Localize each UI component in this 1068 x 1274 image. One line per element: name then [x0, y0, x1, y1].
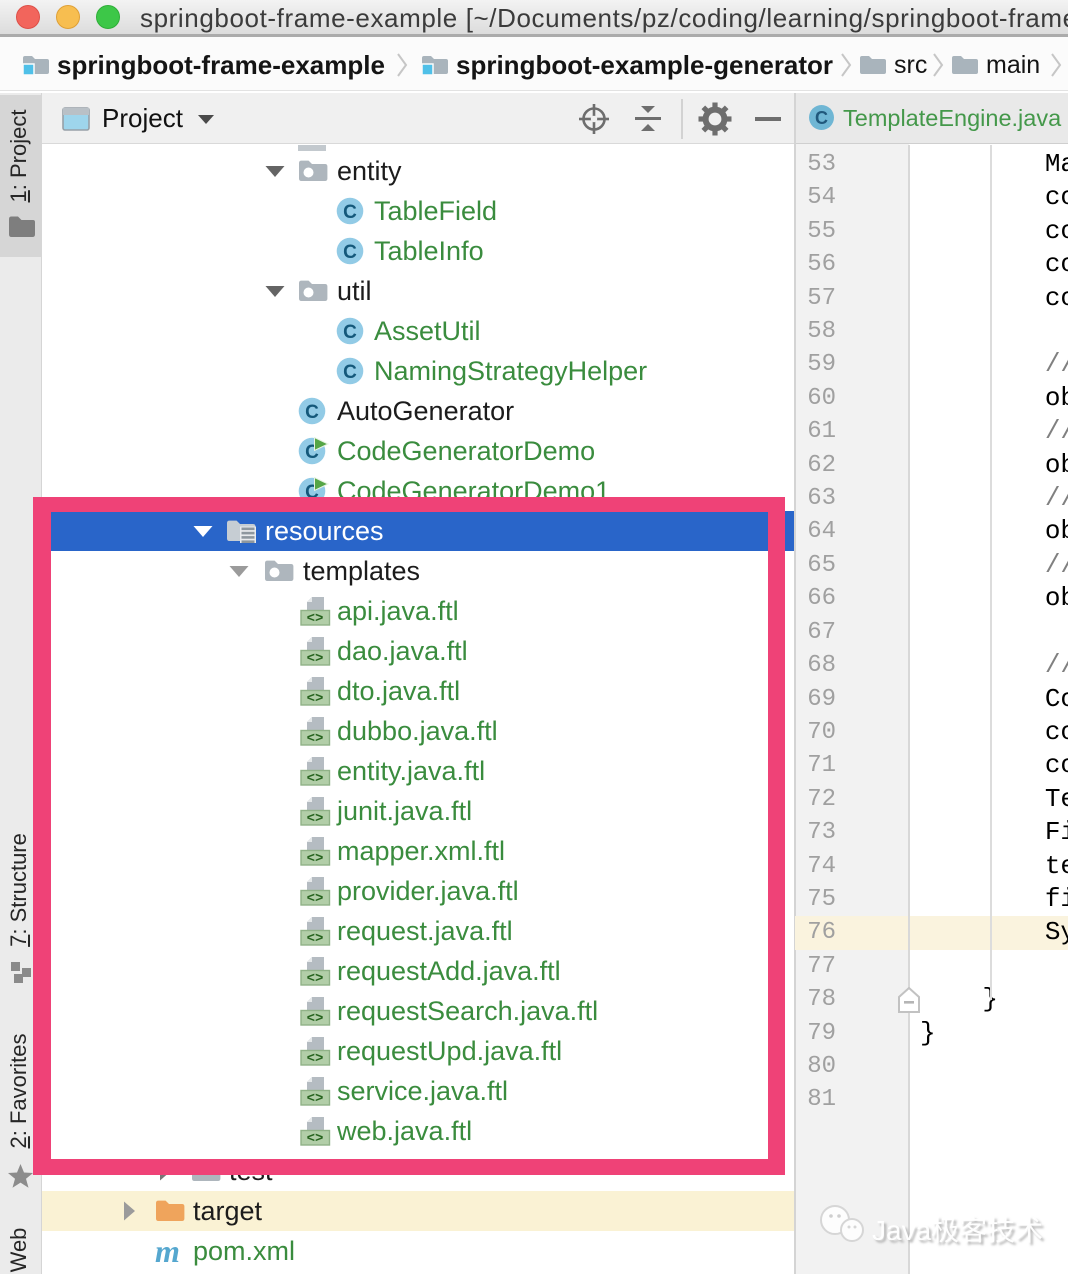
svg-text:C: C [343, 322, 357, 343]
svg-text:C: C [305, 402, 319, 423]
svg-text:C: C [343, 362, 357, 383]
svg-text:C: C [343, 242, 357, 263]
svg-text:C: C [815, 108, 828, 128]
svg-text:C: C [343, 202, 357, 223]
